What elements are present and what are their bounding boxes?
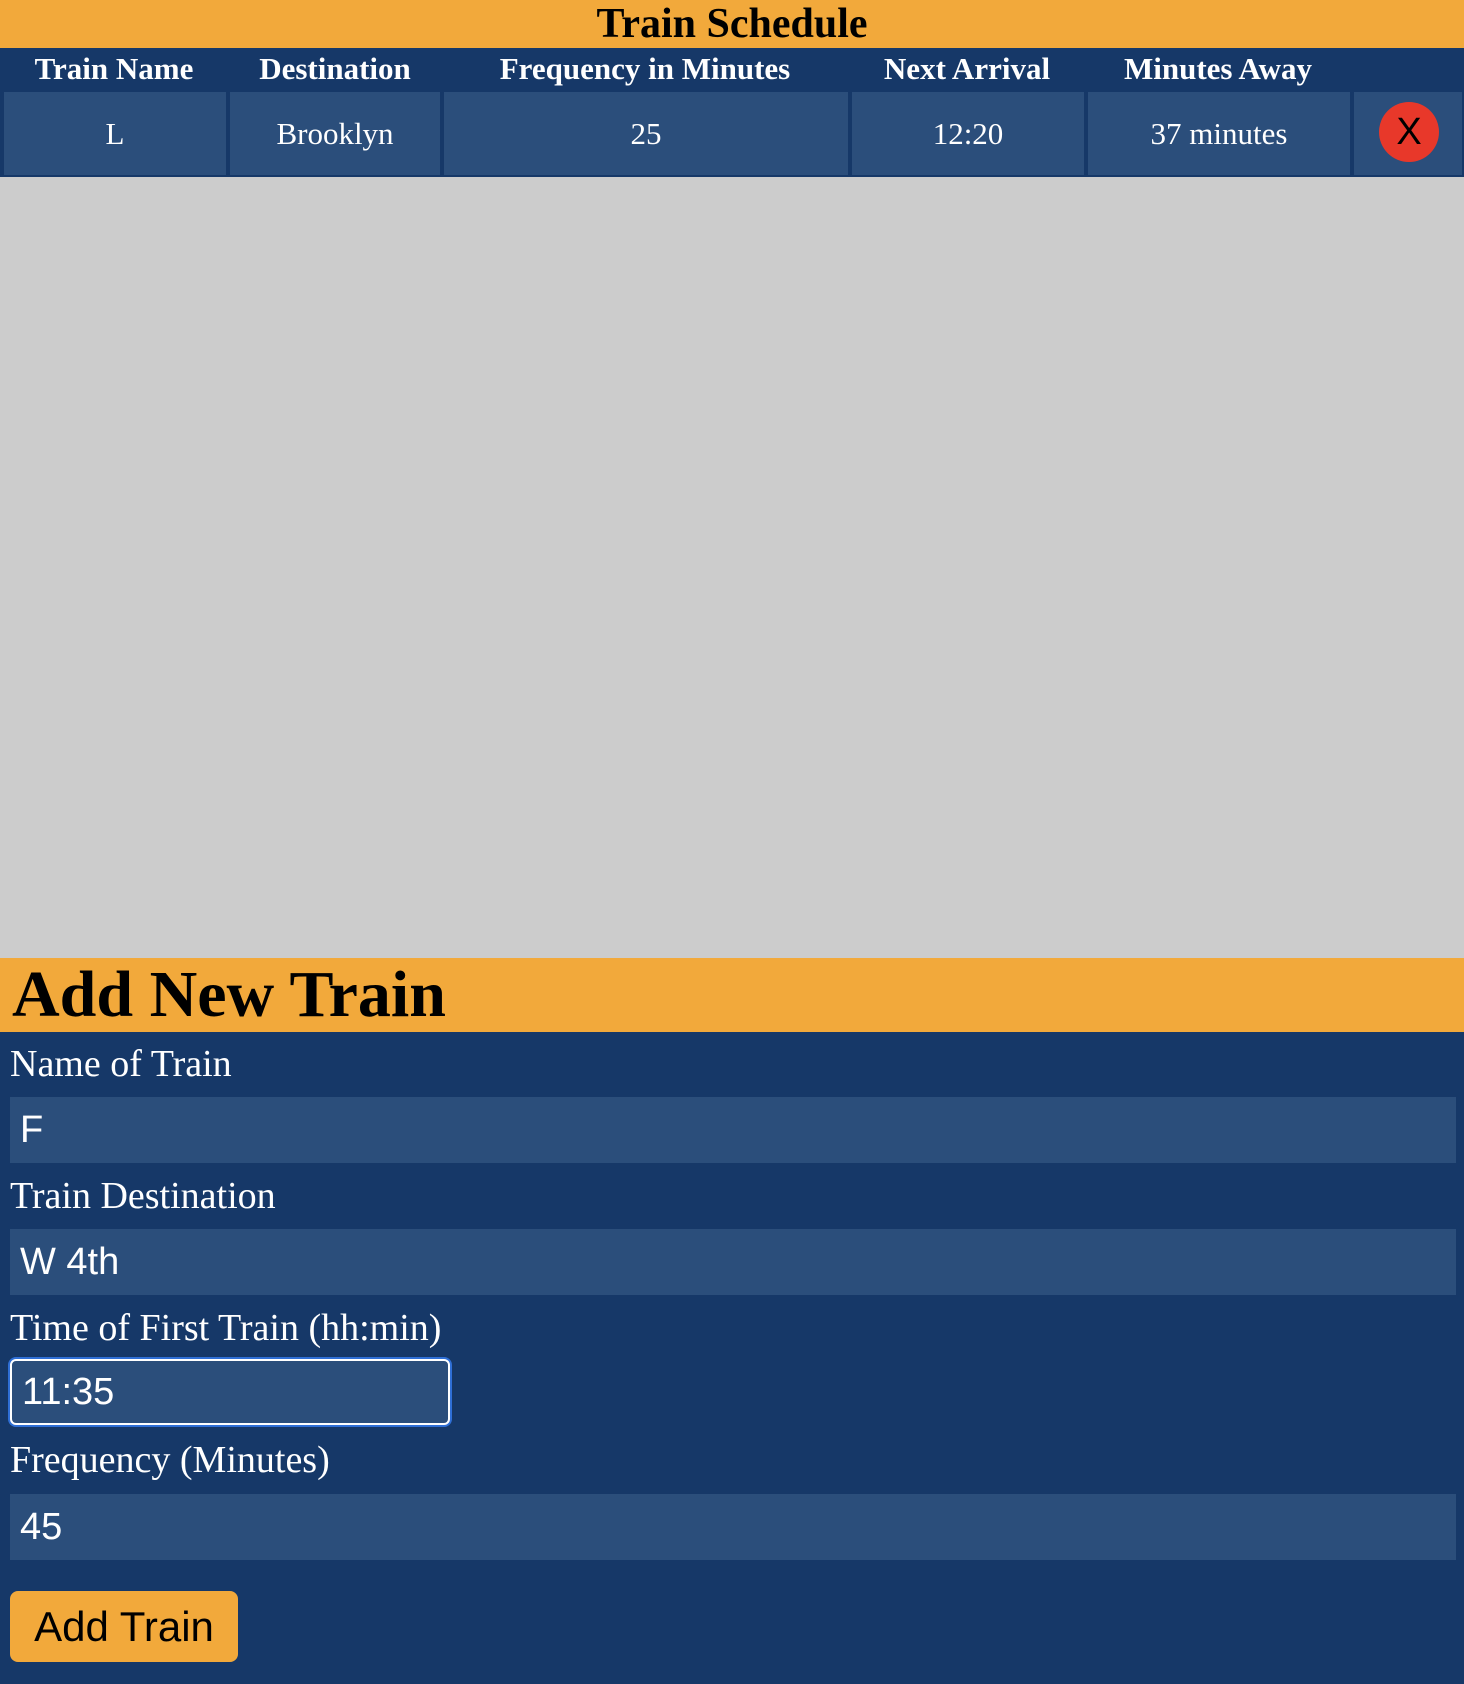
schedule-title: Train Schedule <box>0 0 1464 48</box>
column-header-minutes-away: Minutes Away <box>1123 51 1312 86</box>
first-train-time-label: Time of First Train (hh:min) <box>10 1307 442 1349</box>
column-header-destination: Destination <box>259 51 411 86</box>
column-header-next-arrival: Next Arrival <box>883 51 1051 86</box>
train-name-label: Name of Train <box>10 1043 232 1085</box>
first-train-time-input[interactable] <box>10 1359 450 1425</box>
page: Train Schedule Train Name Destination Fr… <box>0 0 1464 1684</box>
train-destination-label: Train Destination <box>10 1175 276 1217</box>
train-destination-input[interactable] <box>10 1229 1456 1295</box>
frequency-input[interactable] <box>10 1494 1456 1560</box>
schedule-table: Train Name Destination Frequency in Minu… <box>0 48 1464 177</box>
column-header-frequency: Frequency in Minutes <box>499 51 791 86</box>
add-train-title: Add New Train <box>0 958 1464 1032</box>
train-name-input[interactable] <box>10 1097 1456 1163</box>
column-header-train-name: Train Name <box>34 51 194 86</box>
cell-train-name: L <box>4 92 226 175</box>
delete-train-button[interactable]: X <box>1379 102 1439 162</box>
cell-minutes-away: 37 minutes <box>1088 92 1350 175</box>
cell-next-arrival: 12:20 <box>852 92 1084 175</box>
frequency-label: Frequency (Minutes) <box>10 1439 330 1481</box>
cell-destination: Brooklyn <box>230 92 440 175</box>
add-train-button[interactable]: Add Train <box>10 1591 238 1662</box>
cell-frequency: 25 <box>444 92 848 175</box>
